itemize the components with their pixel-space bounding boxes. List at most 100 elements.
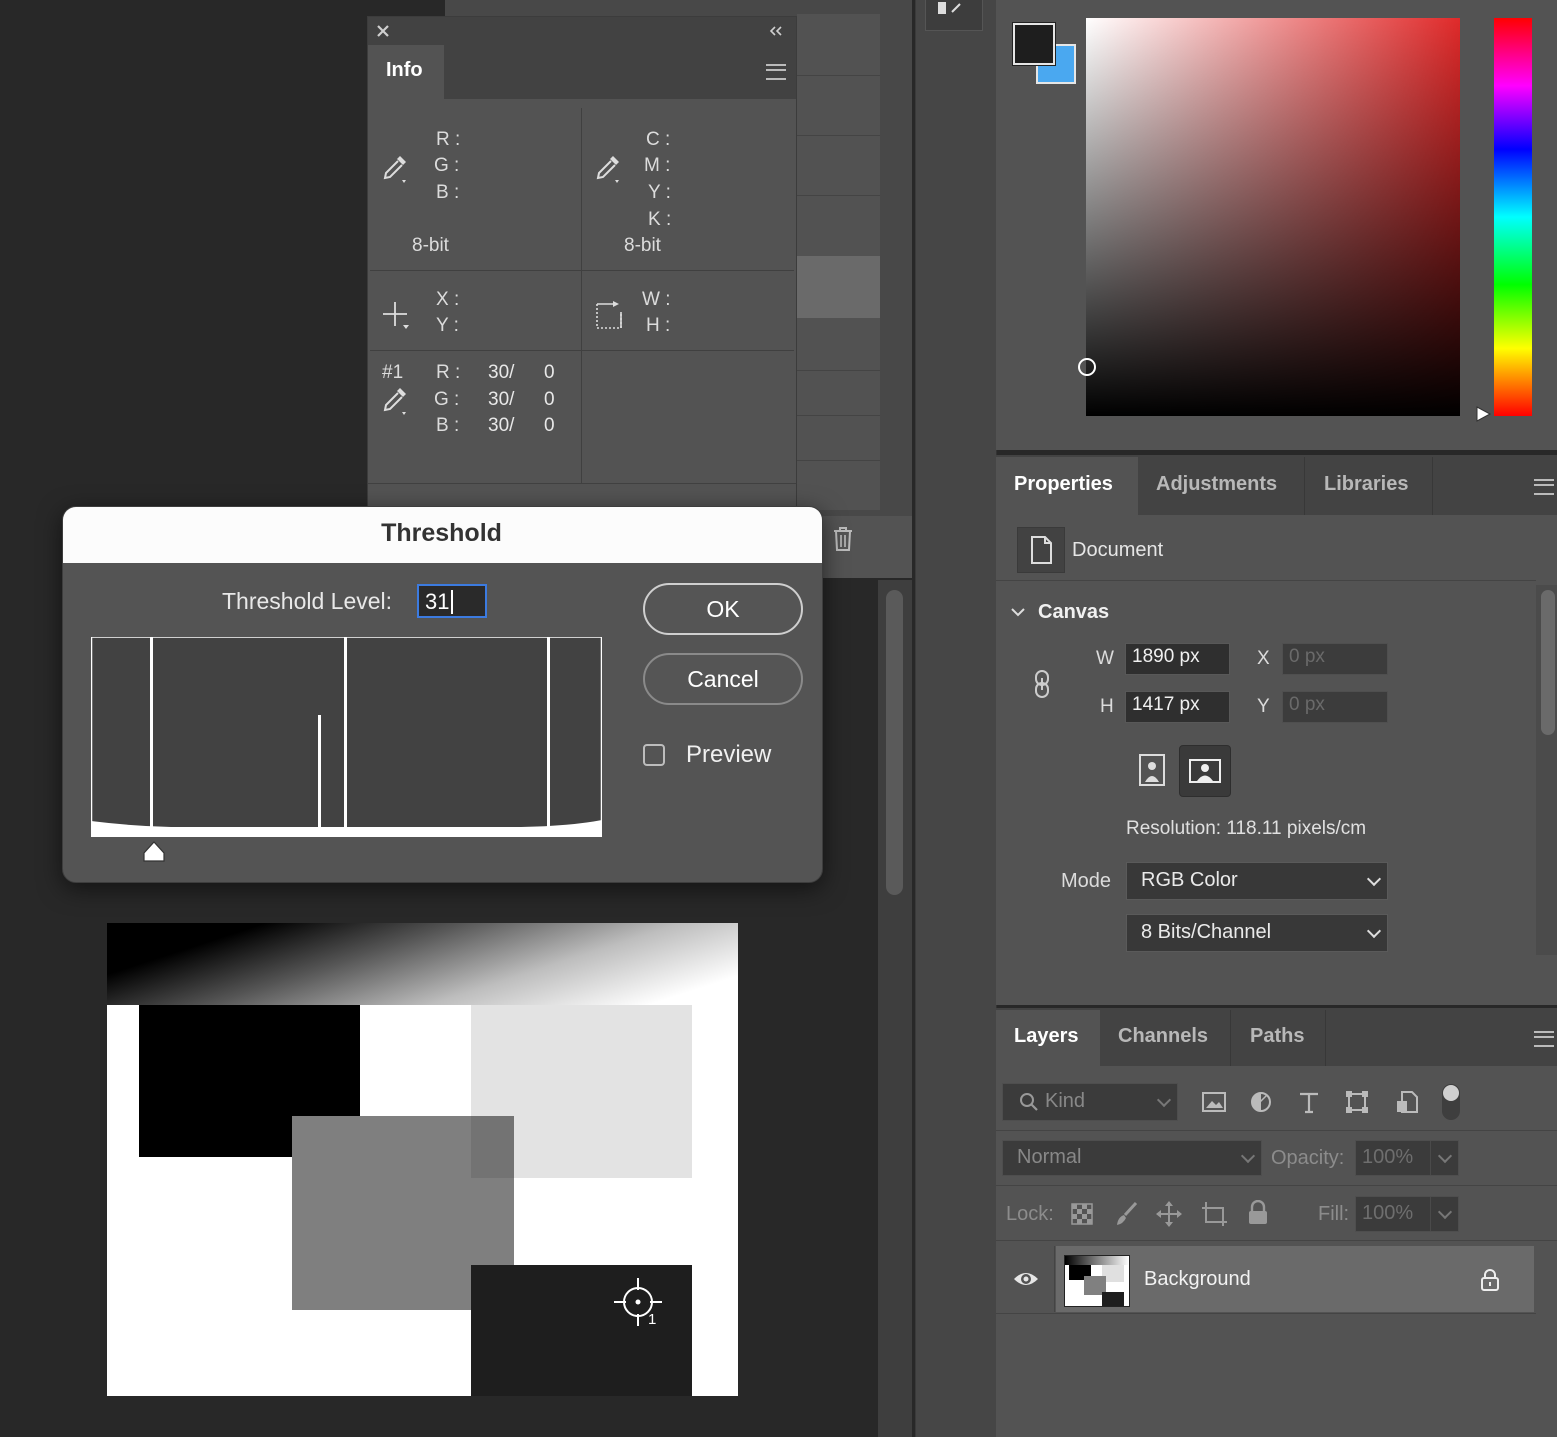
hue-slider[interactable] xyxy=(1494,18,1532,416)
eyedropper-icon xyxy=(380,384,412,416)
threshold-level-label: Threshold Level: xyxy=(222,588,393,614)
opacity-value: 100% xyxy=(1362,1146,1414,1168)
fill-field[interactable]: 100% xyxy=(1355,1196,1459,1232)
lock-transparency-icon[interactable] xyxy=(1071,1203,1093,1225)
thumb-gradient xyxy=(1065,1256,1129,1265)
bit-depth-dropdown[interactable]: 8 Bits/Channel xyxy=(1126,914,1388,952)
shape-layer-filter-icon[interactable] xyxy=(1344,1089,1370,1115)
document-image[interactable]: 1 xyxy=(107,923,738,1396)
tab-layers-label: Layers xyxy=(1014,1025,1079,1047)
layer-lock-icon[interactable] xyxy=(1480,1268,1500,1292)
trash-icon[interactable] xyxy=(832,526,854,552)
overlap-rectangle xyxy=(471,1116,514,1178)
tab-separator xyxy=(1230,1010,1231,1066)
panel-menu-icon[interactable] xyxy=(1534,479,1554,495)
sampler-g-value: 30/ xyxy=(488,389,515,410)
lock-pixels-brush-icon[interactable] xyxy=(1114,1200,1140,1228)
tab-channels[interactable]: Channels xyxy=(1118,1025,1208,1048)
opacity-field[interactable]: 100% xyxy=(1355,1140,1459,1176)
foreground-color-swatch[interactable] xyxy=(1012,22,1056,66)
landscape-orientation-icon[interactable] xyxy=(1179,745,1231,797)
eye-icon[interactable] xyxy=(1012,1268,1040,1290)
type-layer-filter-icon[interactable] xyxy=(1296,1089,1322,1115)
sampler-number: 1 xyxy=(648,1311,657,1328)
layers-divider xyxy=(996,1313,1536,1314)
info-panel-titlebar xyxy=(368,17,796,45)
width-field[interactable]: 1890 px xyxy=(1125,643,1230,675)
sampler-b-label: B : xyxy=(436,415,460,436)
eyedropper-icon[interactable] xyxy=(380,152,412,184)
width-label: W xyxy=(1096,648,1114,669)
filter-toggle-knob xyxy=(1443,1085,1459,1101)
lock-position-move-icon[interactable] xyxy=(1155,1200,1183,1228)
document-scrollbar-thumb[interactable] xyxy=(886,590,903,895)
filter-toggle[interactable] xyxy=(1442,1084,1460,1120)
threshold-slider-handle[interactable] xyxy=(141,840,167,864)
tool-button[interactable] xyxy=(925,0,983,31)
background-panel-divider xyxy=(797,370,880,371)
adjustment-layer-filter-icon[interactable] xyxy=(1249,1090,1273,1114)
chevron-down-icon xyxy=(1366,923,1382,939)
chevron-down-icon[interactable] xyxy=(1010,605,1026,619)
properties-scrollbar-thumb[interactable] xyxy=(1541,590,1555,735)
layer-name[interactable]: Background xyxy=(1144,1268,1251,1291)
info-y-label: Y : xyxy=(648,182,671,203)
height-label: H xyxy=(1100,696,1114,717)
sampler-g-label: G : xyxy=(434,389,460,410)
cancel-button[interactable]: Cancel xyxy=(643,653,803,705)
link-icon[interactable] xyxy=(1031,668,1053,700)
pixel-layer-filter-icon[interactable] xyxy=(1201,1090,1227,1114)
color-picker-cursor xyxy=(1078,358,1096,376)
properties-divider xyxy=(996,580,1536,581)
info-k-label: K : xyxy=(648,209,672,230)
info-w-label: W : xyxy=(642,289,671,310)
info-divider-v xyxy=(581,108,582,483)
panel-menu-icon[interactable] xyxy=(1534,1031,1554,1047)
info-divider-h xyxy=(370,350,794,351)
tool-column xyxy=(915,0,997,1437)
layers-divider xyxy=(996,1240,1557,1241)
canvas-section-title[interactable]: Canvas xyxy=(1038,601,1109,624)
eyedropper-icon[interactable] xyxy=(593,152,625,184)
tab-libraries[interactable]: Libraries xyxy=(1324,473,1408,496)
mode-label: Mode xyxy=(1061,870,1112,892)
preview-label[interactable]: Preview xyxy=(686,741,771,769)
tab-paths[interactable]: Paths xyxy=(1250,1025,1304,1048)
resolution-text: Resolution: 118.11 pixels/cm xyxy=(1126,818,1367,839)
height-field[interactable]: 1417 px xyxy=(1125,691,1230,723)
lock-artboard-icon[interactable] xyxy=(1200,1200,1228,1228)
color-picker-field[interactable] xyxy=(1078,18,1460,416)
x-field[interactable]: 0 px xyxy=(1282,643,1388,675)
filter-kind-value: Kind xyxy=(1045,1090,1086,1112)
mode-dropdown[interactable]: RGB Color xyxy=(1126,862,1388,900)
y-field[interactable]: 0 px xyxy=(1282,691,1388,723)
mode-value: RGB Color xyxy=(1141,869,1238,891)
panel-menu-icon[interactable] xyxy=(766,64,786,80)
layer-thumbnail xyxy=(1064,1255,1130,1307)
lock-label: Lock: xyxy=(1006,1203,1054,1225)
collapse-icon[interactable] xyxy=(768,24,784,38)
fill-label: Fill: xyxy=(1318,1203,1350,1225)
preview-checkbox[interactable] xyxy=(643,744,665,766)
portrait-orientation-icon[interactable] xyxy=(1137,752,1167,788)
threshold-level-input[interactable]: 31 xyxy=(417,584,487,618)
dropdown-separator xyxy=(1430,1141,1431,1175)
x-label: X xyxy=(1257,648,1270,669)
smart-object-filter-icon[interactable] xyxy=(1394,1089,1420,1115)
background-panel-divider xyxy=(797,195,880,196)
bit-depth-value: 8 Bits/Channel xyxy=(1141,921,1272,943)
sampler-r-value: 30/ xyxy=(488,362,515,383)
close-icon[interactable] xyxy=(376,24,390,38)
background-panel-divider xyxy=(797,75,880,76)
lock-all-icon[interactable] xyxy=(1247,1199,1269,1226)
dialog-title: Threshold xyxy=(381,519,502,547)
blend-mode-dropdown[interactable]: Normal xyxy=(1002,1140,1262,1176)
tab-adjustments[interactable]: Adjustments xyxy=(1156,473,1277,496)
blend-mode-value: Normal xyxy=(1017,1146,1082,1168)
hue-slider-handle[interactable] xyxy=(1475,405,1493,423)
ok-button[interactable]: OK xyxy=(643,583,803,635)
threshold-histogram xyxy=(90,636,603,838)
info-y-label: Y : xyxy=(436,315,459,336)
text-cursor xyxy=(451,590,453,614)
tab-separator xyxy=(1432,457,1433,515)
